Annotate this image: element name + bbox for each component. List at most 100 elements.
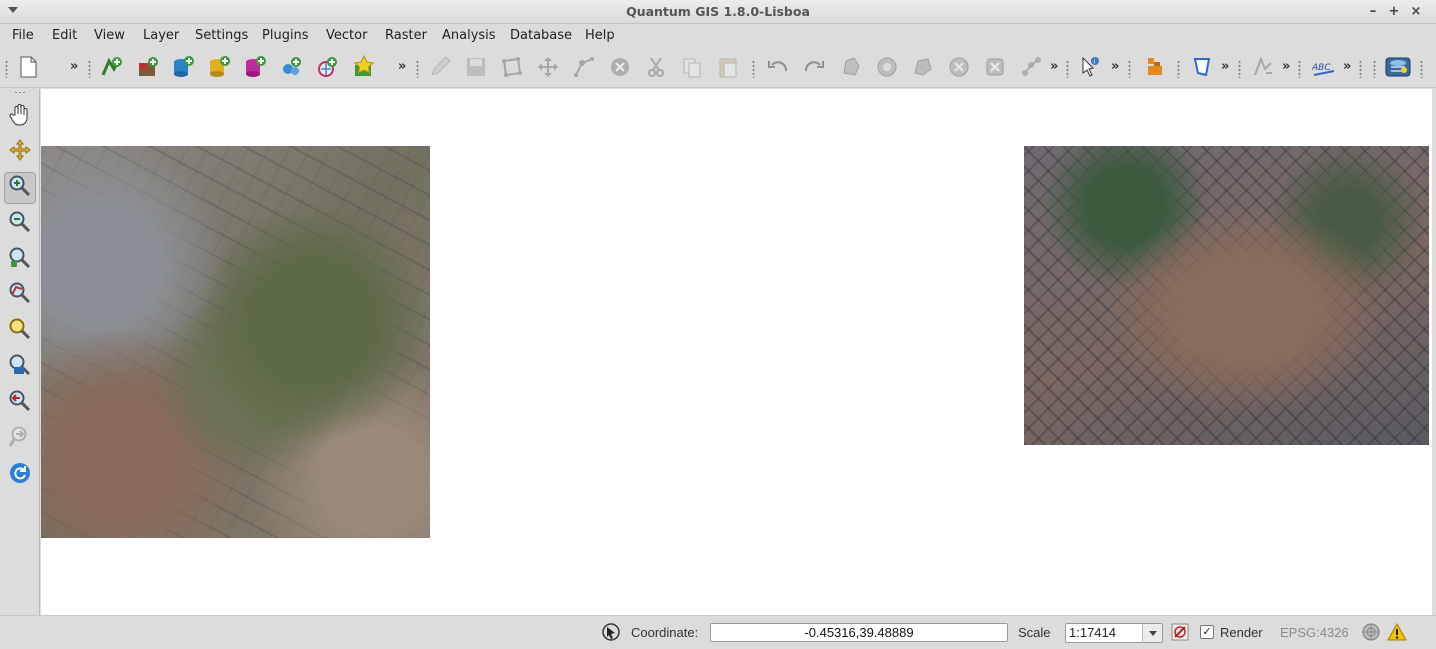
add-feature-button[interactable] [498, 55, 526, 83]
toggle-extents-button[interactable] [601, 622, 621, 642]
label-tool-icon: ABC [1311, 55, 1337, 83]
add-wfs-layer-button[interactable] [313, 55, 341, 83]
measure-line-button[interactable] [1141, 55, 1169, 83]
toolbar-grip[interactable] [14, 91, 26, 94]
zoom-to-selection-button[interactable] [4, 279, 36, 311]
messages-button[interactable] [1387, 622, 1407, 642]
toolbar-overflow-icon[interactable]: » [1343, 59, 1351, 74]
menu-vector[interactable]: Vector [326, 28, 367, 43]
close-button[interactable]: × [1407, 3, 1425, 21]
stop-rendering-button[interactable] [1170, 622, 1190, 642]
delete-part-button[interactable] [981, 55, 1009, 83]
coordinate-label: Coordinate: [631, 625, 699, 640]
add-mssql-layer-icon [243, 55, 267, 83]
delete-selected-button[interactable] [606, 55, 634, 83]
menu-help[interactable]: Help [585, 28, 615, 43]
refresh-button[interactable] [4, 459, 36, 491]
toolbar-grip[interactable] [1298, 60, 1301, 78]
crs-status[interactable]: EPSG:4326 [1280, 625, 1349, 640]
cut-features-button[interactable] [642, 55, 670, 83]
add-vector-layer-button[interactable] [98, 55, 126, 83]
move-feature-button[interactable] [534, 55, 562, 83]
pan-to-selection-button[interactable] [4, 136, 36, 168]
toolbar-grip[interactable] [752, 60, 755, 78]
coordinate-field[interactable]: -0.45316,39.48889 [710, 623, 1008, 642]
new-shapefile-button[interactable] [350, 54, 378, 83]
paste-features-button[interactable] [714, 55, 742, 83]
copy-features-button[interactable] [678, 55, 706, 83]
toolbar-overflow-icon[interactable]: » [398, 59, 406, 74]
scale-label: Scale [1018, 625, 1051, 640]
menu-settings[interactable]: Settings [195, 28, 248, 43]
zoom-out-button[interactable] [4, 208, 36, 240]
title-bar: Quantum GIS 1.8.0-Lisboa – + × [0, 0, 1436, 24]
gps-button[interactable] [1249, 55, 1277, 83]
scale-combobox[interactable]: 1:17414 [1065, 623, 1163, 643]
menu-view[interactable]: View [94, 28, 125, 43]
add-part-button[interactable] [909, 55, 937, 83]
save-edits-button[interactable] [462, 55, 490, 83]
menu-layer[interactable]: Layer [143, 28, 179, 43]
zoom-in-icon [8, 174, 32, 202]
simplify-feature-button[interactable] [837, 55, 865, 83]
toolbar-overflow-icon[interactable]: » [70, 59, 78, 74]
toolbar-grip[interactable] [1177, 60, 1180, 78]
redo-button[interactable] [800, 55, 828, 83]
toolbar-grip[interactable] [1238, 60, 1241, 78]
raster-layer-city-center [1024, 146, 1429, 445]
add-part-icon [911, 55, 935, 83]
menu-analysis[interactable]: Analysis [442, 28, 496, 43]
zoom-next-button[interactable] [4, 423, 36, 455]
toolbar-grip[interactable] [1128, 60, 1131, 78]
add-spatialite-layer-button[interactable] [205, 55, 233, 83]
map-navigation-toolbar [0, 89, 40, 615]
delete-ring-button[interactable] [945, 55, 973, 83]
maximize-button[interactable]: + [1385, 3, 1403, 21]
label-tool-button[interactable]: ABC [1310, 55, 1338, 83]
projection-button[interactable] [1361, 622, 1381, 642]
map-canvas[interactable] [41, 89, 1432, 615]
add-wfs-layer-icon [315, 55, 339, 83]
identify-features-button[interactable]: i [1076, 55, 1104, 83]
zoom-in-button[interactable] [4, 172, 36, 204]
add-wms-layer-button[interactable] [277, 55, 305, 83]
render-checkbox[interactable]: ✓ [1200, 625, 1214, 639]
add-raster-layer-button[interactable] [134, 55, 162, 83]
toolbar-overflow-icon[interactable]: » [1221, 59, 1229, 74]
toolbar-overflow-icon[interactable]: » [1282, 59, 1290, 74]
toolbar-grip[interactable] [88, 60, 91, 78]
toolbar-overflow-icon[interactable]: » [1050, 59, 1058, 74]
toolbar-grip[interactable] [1420, 60, 1423, 78]
toolbar-grip[interactable] [416, 60, 419, 78]
undo-icon [766, 55, 790, 83]
chevron-down-icon[interactable] [1142, 624, 1162, 642]
node-tool-button[interactable] [570, 55, 598, 83]
toolbar-grip[interactable] [1373, 60, 1376, 78]
add-mssql-layer-button[interactable] [241, 55, 269, 83]
new-project-button[interactable] [14, 55, 42, 83]
add-raster-layer-icon [136, 55, 160, 83]
menu-file[interactable]: File [12, 28, 34, 43]
toggle-editing-button[interactable] [426, 55, 454, 83]
zoom-to-native-resolution-button[interactable] [4, 351, 36, 383]
zoom-to-layer-button[interactable] [4, 315, 36, 347]
raster-layer-west [41, 146, 430, 538]
toolbar-grip[interactable] [1066, 60, 1069, 78]
undo-button[interactable] [764, 55, 792, 83]
reshape-features-button[interactable] [1017, 55, 1045, 83]
menu-database[interactable]: Database [510, 28, 572, 43]
zoom-full-button[interactable] [4, 244, 36, 276]
add-ring-button[interactable] [873, 55, 901, 83]
toolbar-overflow-icon[interactable]: » [1111, 59, 1119, 74]
menu-plugins[interactable]: Plugins [262, 28, 309, 43]
toolbar-grip[interactable] [5, 60, 8, 78]
menu-edit[interactable]: Edit [52, 28, 77, 43]
minimize-button[interactable]: – [1364, 3, 1382, 21]
toolbar-grip[interactable] [1359, 60, 1362, 78]
menu-raster[interactable]: Raster [385, 28, 427, 43]
coordinate-capture-button[interactable] [1384, 55, 1412, 83]
add-postgis-layer-button[interactable] [169, 55, 197, 83]
zoom-last-button[interactable] [4, 387, 36, 419]
annotation-button[interactable] [1188, 55, 1216, 83]
pan-map-button[interactable] [4, 101, 36, 133]
